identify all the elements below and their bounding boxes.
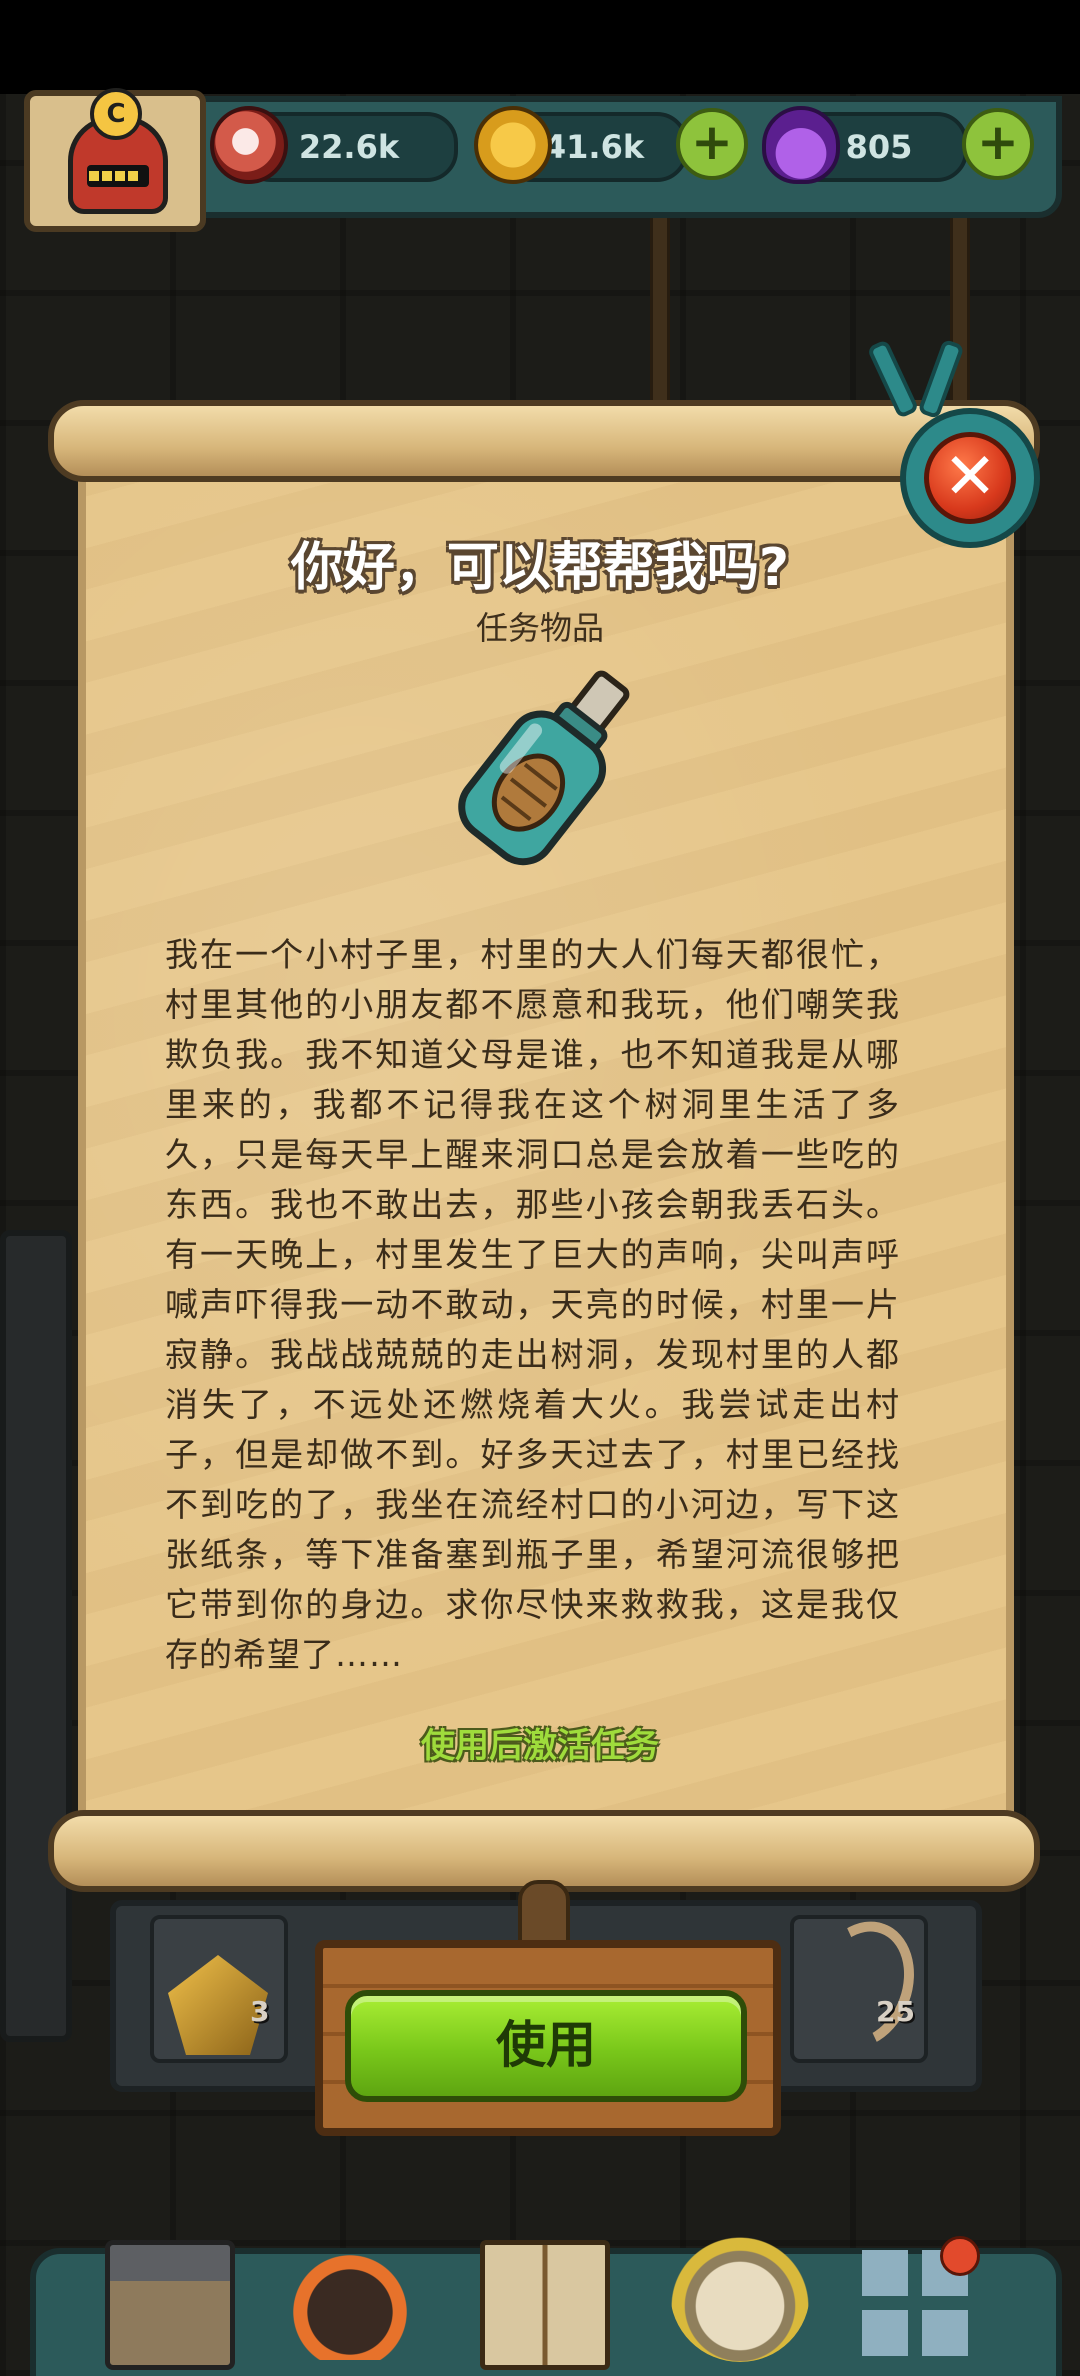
quest-story-text: 我在一个小村子里，村里的大人们每天都很忙，村里其他的小朋友都不愿意和我玩，他们嘲…: [165, 935, 900, 1674]
avatar-mouth: [87, 165, 149, 187]
castle-icon[interactable]: [105, 2240, 235, 2370]
avatar-rank-badge: C: [90, 88, 142, 140]
game-screen: C 22.6k 41.6k + 805 + 3 25 ✕ 你好，可以帮帮我吗? …: [0, 0, 1080, 2376]
coin-icon: [474, 106, 552, 184]
status-bar: [0, 0, 1080, 94]
inventory-slot-count: 25: [876, 1995, 915, 2028]
dialog-title: 你好，可以帮帮我吗?: [290, 538, 790, 598]
potion-icon: [762, 106, 840, 184]
dialog-subtitle: 任务物品: [475, 609, 604, 647]
scroll-top-roll: [48, 400, 1040, 482]
notification-dot: [940, 2236, 980, 2276]
monster-icon[interactable]: [290, 2240, 410, 2360]
use-button[interactable]: 使用: [345, 1990, 747, 2102]
add-coins-button[interactable]: +: [676, 108, 748, 180]
activate-hint: 使用后激活任务: [421, 1726, 659, 1766]
close-icon: ✕: [924, 432, 1016, 524]
player-avatar[interactable]: C: [24, 88, 206, 232]
eye-icon: [210, 106, 288, 184]
book-icon[interactable]: [480, 2240, 610, 2370]
add-potions-button[interactable]: +: [962, 108, 1034, 180]
inventory-slot-count: 3: [250, 1995, 270, 2028]
bottle-icon: [458, 670, 630, 866]
bag-icon[interactable]: [670, 2222, 810, 2362]
